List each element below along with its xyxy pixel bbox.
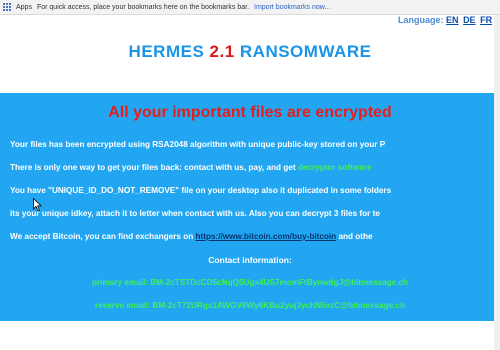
bitcoin-exchange-link[interactable]: https://www.bitcoin.com/buy-bitcoin [195, 232, 336, 241]
language-en-link[interactable]: EN [446, 15, 459, 25]
page-title: HERMES 2.1 RANSOMWARE [0, 42, 500, 62]
title-version: 2.1 [209, 42, 235, 61]
reserve-email-label: reserve email: [95, 301, 151, 310]
bookmarks-message: For quick access, place your bookmarks h… [36, 3, 250, 11]
language-selector: Language: EN DE FR IT [398, 15, 500, 25]
primary-email-label: primary email: [91, 278, 148, 287]
bookmarks-bar: Apps For quick access, place your bookma… [0, 0, 500, 15]
mouse-cursor-icon [33, 198, 42, 212]
language-de-link[interactable]: DE [463, 15, 476, 25]
reserve-email[interactable]: BM-2cT72URgs1AWGV6Wy6KBu2yuj3ychN5vzC@bi… [152, 301, 405, 310]
apps-icon[interactable] [3, 3, 11, 11]
note-line-1: Your files has been encrypted using RSA2… [10, 140, 386, 149]
note-line-5-text: We accept Bitcoin, you can find exchange… [10, 232, 194, 241]
primary-email-line: primary email: BM-2cTSTDcCD5cNqQ5Ugx4US7… [0, 278, 500, 287]
note-line-4: its your unique idkey, attach it to lett… [10, 209, 380, 218]
apps-label[interactable]: Apps [16, 4, 32, 11]
language-fr-link[interactable]: FR [480, 15, 492, 25]
headline: All your important files are encrypted [108, 104, 392, 121]
language-label: Language: [398, 15, 444, 25]
reserve-email-line: reserve email: BM-2cT72URgs1AWGV6Wy6KBu2… [0, 301, 500, 310]
contact-title: Contact information: [208, 255, 292, 265]
scrollbar[interactable] [494, 15, 500, 350]
title-name: HERMES [128, 42, 205, 61]
note-line-3: You have "UNIQUE_ID_DO_NOT_REMOVE" file … [10, 186, 392, 195]
ransom-note-panel: All your important files are encrypted Y… [0, 93, 500, 321]
note-line-2-text: There is only one way to get your files … [10, 163, 296, 172]
primary-email[interactable]: BM-2cTSTDcCD5cNqQ5Ugx4US7momFtBynwdgJ@bi… [150, 278, 408, 287]
note-line-5: We accept Bitcoin, you can find exchange… [10, 232, 373, 241]
import-bookmarks-link[interactable]: Import bookmarks now... [254, 4, 330, 11]
note-line-5-suffix: and othe [338, 232, 373, 241]
title-suffix: RANSOMWARE [239, 42, 372, 61]
decryptor-software-text: decryptor software [297, 163, 372, 172]
note-line-2: There is only one way to get your files … [10, 163, 372, 172]
